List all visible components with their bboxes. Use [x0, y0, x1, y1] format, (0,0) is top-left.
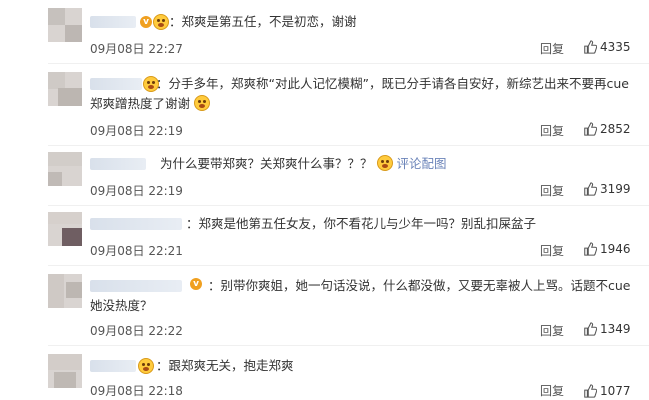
like-button[interactable]: 4335 [583, 40, 631, 54]
avatar[interactable] [48, 8, 82, 42]
thumbs-up-icon [584, 122, 597, 136]
thumbs-up-icon [584, 182, 597, 196]
comment-text: ：别带你爽姐，她一句话没说，什么都没做，又要无辜被人上骂。话题不cue她没热度？ [90, 276, 635, 316]
username-blurred[interactable] [90, 16, 136, 28]
comment-text-content: ：别带你爽姐，她一句话没说，什么都没做，又要无辜被人上骂。话题不cue她没热度？ [90, 278, 631, 313]
thumbs-up-icon [584, 242, 597, 256]
like-count: 3199 [600, 182, 631, 196]
verified-v-icon: v [140, 16, 152, 28]
reply-button[interactable]: 回复 [540, 242, 564, 259]
like-count: 1349 [600, 322, 631, 336]
like-count: 2852 [600, 122, 631, 136]
comment-item: 为什么要带郑爽？关郑爽什么事？？？ 评论配图 09月08日 22:19 回复 3… [0, 146, 649, 206]
comment-item: ：郑爽是他第五任女友，你不看花儿与少年一吗？别乱扣屎盆子 09月08日 22:2… [0, 206, 649, 266]
thumbs-up-icon [584, 40, 597, 54]
comment-text: ：郑爽是他第五任女友，你不看花儿与少年一吗？别乱扣屎盆子 [186, 216, 537, 231]
comment-time: 09月08日 22:19 [90, 124, 183, 138]
like-count: 1077 [600, 384, 631, 398]
like-button[interactable]: 3199 [583, 182, 631, 196]
reply-button[interactable]: 回复 [540, 40, 564, 57]
emoji-icon [376, 155, 393, 171]
thumbs-up-icon [584, 322, 597, 336]
like-button[interactable]: 2852 [583, 122, 631, 136]
comment-text: ：分手多年，郑爽称“对此人记忆模糊”，既已分手请各自安好，新综艺出来不要再cue… [90, 74, 635, 114]
reply-button[interactable]: 回复 [540, 122, 564, 139]
comment-item: v ：别带你爽姐，她一句话没说，什么都没做，又要无辜被人上骂。话题不cue她没热… [0, 266, 649, 346]
comment-time: 09月08日 22:19 [90, 184, 183, 198]
emoji-icon [153, 14, 169, 30]
comment-time: 09月08日 22:27 [90, 42, 183, 56]
avatar[interactable] [48, 72, 82, 106]
avatar[interactable] [48, 152, 82, 186]
comment-text-content: 为什么要带郑爽？关郑爽什么事？？？ [160, 156, 373, 171]
username-blurred[interactable] [90, 158, 146, 170]
comment-time: 09月08日 22:21 [90, 244, 183, 258]
avatar[interactable] [48, 212, 82, 246]
username-blurred[interactable] [90, 218, 182, 230]
username-blurred[interactable] [90, 360, 136, 372]
avatar[interactable] [48, 354, 82, 388]
reply-button[interactable]: 回复 [540, 322, 564, 339]
comment-time: 09月08日 22:22 [90, 324, 183, 338]
reply-button[interactable]: 回复 [540, 382, 564, 399]
like-button[interactable]: 1946 [583, 242, 631, 256]
comment-image-link[interactable]: 评论配图 [396, 156, 446, 171]
like-button[interactable]: 1349 [583, 322, 631, 336]
comment-item: ：分手多年，郑爽称“对此人记忆模糊”，既已分手请各自安好，新综艺出来不要再cue… [0, 64, 649, 144]
emoji-icon [194, 95, 210, 111]
reply-button[interactable]: 回复 [540, 182, 564, 199]
comment-item: v ：郑爽是第五任，不是初恋，谢谢 09月08日 22:27 回复 4335 [0, 0, 649, 62]
comment-text-content: ：分手多年，郑爽称“对此人记忆模糊”，既已分手请各自安好，新综艺出来不要再cue… [90, 76, 629, 111]
comment-text: 为什么要带郑爽？关郑爽什么事？？？ 评论配图 [160, 154, 630, 174]
thumbs-up-icon [584, 384, 597, 398]
avatar[interactable] [48, 274, 82, 308]
comment-text: ：郑爽是第五任，不是初恋，谢谢 [169, 14, 357, 29]
emoji-icon [138, 358, 154, 374]
like-button[interactable]: 1077 [583, 384, 631, 398]
comment-time: 09月08日 22:18 [90, 384, 183, 398]
like-count: 4335 [600, 40, 631, 54]
comment-item: ：跟郑爽无关，抱走郑爽 09月08日 22:18 回复 1077 [0, 346, 649, 400]
comment-text: ：跟郑爽无关，抱走郑爽 [156, 358, 294, 373]
like-count: 1946 [600, 242, 631, 256]
